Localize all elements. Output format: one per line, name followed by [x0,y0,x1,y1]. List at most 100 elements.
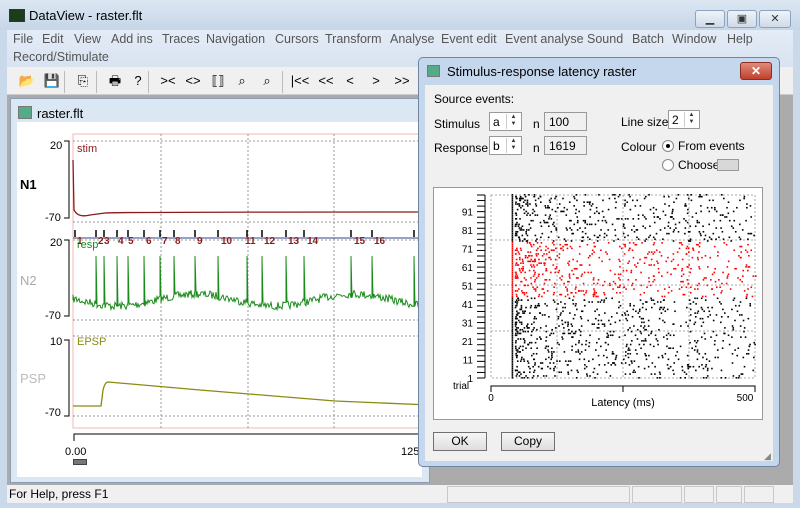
raster-point [541,295,543,298]
raster-point [687,230,690,233]
raster-point [576,221,579,224]
raster-point [518,205,521,207]
raster-point [627,356,630,359]
choose-radio[interactable] [662,159,674,171]
raster-point [633,369,635,372]
from-events-radio[interactable] [662,140,674,152]
raster-point [657,356,660,359]
raster-point [526,234,529,237]
menu-event-analyse[interactable]: Event analyse [505,32,584,46]
raster-point [700,205,702,207]
psp-ymin: -70 [45,407,61,419]
raster-point [672,218,675,220]
raster-point [535,240,537,242]
raster-point [619,260,621,263]
raster-point [519,269,521,272]
raster-point [511,243,514,246]
response-spinner[interactable]: b ▲ ▼ [489,136,522,155]
raster-point [586,375,589,377]
raster-point [511,308,514,311]
menu-event-edit[interactable]: Event edit [441,32,497,46]
raster-point [528,260,531,263]
raster-point [550,358,552,361]
raster-point [593,212,596,215]
raster-point [578,328,581,331]
raster-point [523,277,526,279]
raster-point [584,227,587,229]
raster-point [511,253,514,255]
raster-point [594,310,596,313]
raster-point [642,303,644,305]
raster-point [638,377,640,379]
raster-point [547,205,549,207]
raster-point [541,273,544,276]
raster-point [696,358,699,361]
raster-point [568,219,571,222]
raster-point [650,258,653,261]
raster-point [538,304,541,307]
raster-point [511,216,514,218]
raster-point [515,349,518,351]
raster-point [609,269,612,272]
raster-point [720,227,722,229]
raster-point [612,194,614,196]
raster-point [618,245,621,248]
trace-plot[interactable] [0,0,430,470]
raster-point [585,290,588,292]
raster-point [632,371,634,374]
ok-button[interactable]: OK [433,432,487,451]
spin-arrows-icon[interactable]: ▲ ▼ [684,112,698,127]
raster-point [684,377,687,379]
raster-point [591,253,593,255]
raster-point [653,221,656,224]
from-events-label[interactable]: From events [678,139,745,153]
raster-point [686,266,689,268]
maximize-button[interactable]: ▣ [727,10,757,28]
copy-button[interactable]: Copy [501,432,555,451]
raster-point [727,260,730,263]
raster-point [532,243,535,246]
menu-window[interactable]: Window [672,32,716,46]
raster-point [579,316,582,318]
raster-point [541,232,544,235]
raster-point [734,304,737,307]
raster-point [511,282,514,285]
spin-arrows-icon[interactable]: ▲ ▼ [506,114,520,129]
resize-grip-icon[interactable]: ◢ [764,451,774,461]
line-size-spinner[interactable]: 2 ▲ ▼ [668,110,700,129]
choose-label[interactable]: Choose [678,158,719,172]
raster-point [579,264,581,266]
minimize-button[interactable]: ▁ [695,10,725,28]
trace-n1 [72,159,430,217]
raster-point [592,279,595,281]
raster-point [511,208,514,211]
raster-point [535,205,538,207]
spin-arrows-icon[interactable]: ▲ ▼ [506,138,520,153]
raster-point [515,293,518,296]
raster-point [516,314,519,316]
raster-point [686,279,689,281]
time-scroll-thumb[interactable] [73,459,87,465]
dialog-close-button[interactable]: ✕ [740,62,772,80]
raster-point [672,258,675,261]
raster-point [732,227,735,229]
colour-swatch-button[interactable] [717,159,739,171]
raster-point [593,234,596,237]
raster-point [571,269,573,272]
raster-point [550,332,552,335]
stimulus-spinner[interactable]: a ▲ ▼ [489,112,522,131]
raster-point [694,316,697,318]
raster-point [737,347,740,350]
close-button[interactable]: ✕ [759,10,791,28]
menu-help[interactable]: Help [727,32,753,46]
menu-sound[interactable]: Sound [587,32,623,46]
raster-point [734,349,736,351]
raster-point [648,354,650,357]
menu-batch[interactable]: Batch [632,32,664,46]
raster-point [545,345,548,348]
raster-point [575,208,577,211]
raster-point [530,258,533,261]
raster-point [690,377,693,379]
raster-point [682,293,685,296]
raster-point [654,334,657,337]
